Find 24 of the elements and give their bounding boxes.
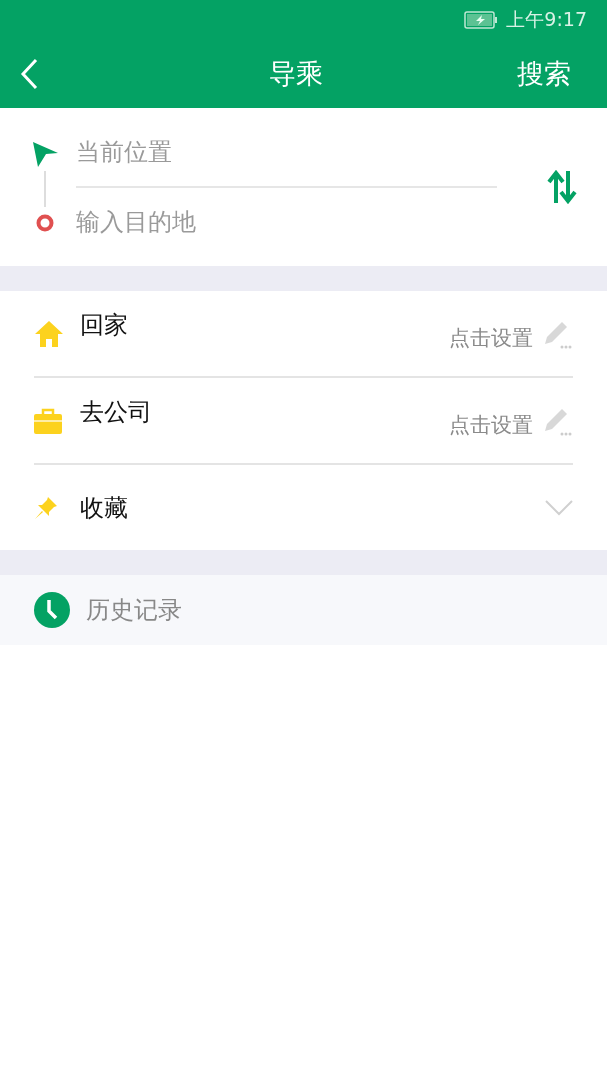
location-arrow-icon	[32, 141, 58, 167]
battery-icon	[464, 11, 499, 29]
place-row[interactable]: 去公司 点击设置	[34, 378, 573, 465]
place-label: 收藏	[80, 492, 129, 524]
history-label[interactable]: 历史记录	[86, 594, 182, 626]
place-label: 回家	[80, 310, 129, 341]
back-button[interactable]	[20, 58, 38, 90]
origin-field[interactable]: 当前位置	[76, 118, 497, 188]
chevron-icon[interactable]	[545, 499, 573, 516]
search-button[interactable]: 搜索	[517, 56, 571, 92]
set-link[interactable]: 点击设置	[449, 323, 533, 352]
status-time: 上午9:17	[506, 7, 587, 32]
briefcase-icon	[34, 406, 62, 435]
destination-field[interactable]: 输入目的地	[76, 188, 497, 256]
house-icon	[34, 319, 64, 348]
destination-ring-icon	[35, 213, 55, 233]
set-link[interactable]: 点击设置	[449, 410, 533, 439]
clock-icon	[34, 592, 70, 628]
swap-arrows-icon[interactable]	[547, 170, 577, 204]
place-label: 去公司	[80, 397, 153, 428]
place-row[interactable]: 收藏	[34, 465, 573, 550]
place-row[interactable]: 回家 点击设置	[34, 291, 573, 378]
pushpin-icon	[34, 495, 58, 520]
page-title: 导乘	[268, 57, 323, 91]
